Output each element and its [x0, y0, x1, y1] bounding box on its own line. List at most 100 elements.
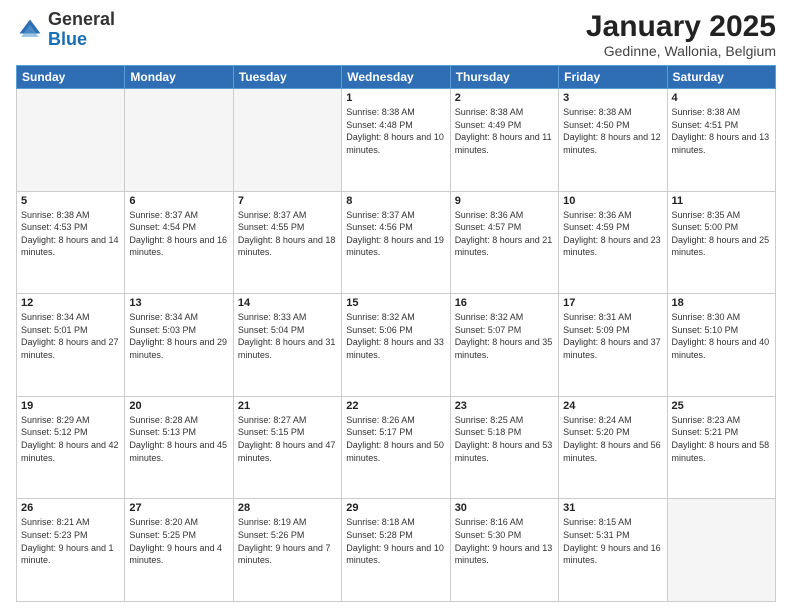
- day-cell: 31 Sunrise: 8:15 AMSunset: 5:31 PMDayligh…: [559, 499, 667, 602]
- day-number: 16: [455, 297, 554, 309]
- day-info: Sunrise: 8:34 AMSunset: 5:01 PMDaylight:…: [21, 311, 120, 361]
- weekday-header-wednesday: Wednesday: [342, 66, 450, 89]
- week-row-1: 1Sunrise: 8:38 AMSunset: 4:48 PMDaylight…: [17, 89, 776, 192]
- day-number: 13: [129, 297, 228, 309]
- day-info: Sunrise: 8:37 AMSunset: 4:54 PMDaylight:…: [129, 209, 228, 259]
- weekday-header-tuesday: Tuesday: [233, 66, 341, 89]
- logo-icon: [16, 16, 44, 44]
- day-number: 15: [346, 297, 445, 309]
- day-info: Sunrise: 8:37 AMSunset: 4:55 PMDaylight:…: [238, 209, 337, 259]
- day-info: Sunrise: 8:21 AMSunset: 5:23 PMDaylight:…: [21, 516, 120, 566]
- day-info: Sunrise: 8:28 AMSunset: 5:13 PMDaylight:…: [129, 414, 228, 464]
- day-number: 27: [129, 502, 228, 514]
- day-number: 5: [21, 195, 120, 207]
- logo-general: General: [48, 9, 115, 29]
- day-cell: 30 Sunrise: 8:16 AMSunset: 5:30 PMDayligh…: [450, 499, 558, 602]
- logo-blue: Blue: [48, 29, 87, 49]
- day-info: Sunrise: 8:27 AMSunset: 5:15 PMDaylight:…: [238, 414, 337, 464]
- day-cell: 2 Sunrise: 8:38 AMSunset: 4:49 PMDaylight…: [450, 89, 558, 192]
- calendar-title: January 2025: [586, 10, 776, 43]
- day-info: Sunrise: 8:19 AMSunset: 5:26 PMDaylight:…: [238, 516, 337, 566]
- day-cell: 13 Sunrise: 8:34 AMSunset: 5:03 PMDayligh…: [125, 294, 233, 397]
- day-cell: 4 Sunrise: 8:38 AMSunset: 4:51 PMDaylight…: [667, 89, 775, 192]
- day-cell: 19Sunrise: 8:29 AMSunset: 5:12 PMDayligh…: [17, 396, 125, 499]
- day-number: 18: [672, 297, 771, 309]
- day-info: Sunrise: 8:30 AMSunset: 5:10 PMDaylight:…: [672, 311, 771, 361]
- day-number: 24: [563, 400, 662, 412]
- week-row-3: 12Sunrise: 8:34 AMSunset: 5:01 PMDayligh…: [17, 294, 776, 397]
- day-number: 28: [238, 502, 337, 514]
- day-info: Sunrise: 8:15 AMSunset: 5:31 PMDaylight:…: [563, 516, 662, 566]
- week-row-5: 26 Sunrise: 8:21 AMSunset: 5:23 PMDayligh…: [17, 499, 776, 602]
- day-number: 29: [346, 502, 445, 514]
- day-cell: 17 Sunrise: 8:31 AMSunset: 5:09 PMDayligh…: [559, 294, 667, 397]
- day-cell: [125, 89, 233, 192]
- day-number: 10: [563, 195, 662, 207]
- day-number: 17: [563, 297, 662, 309]
- day-number: 8: [346, 195, 445, 207]
- day-info: Sunrise: 8:25 AMSunset: 5:18 PMDaylight:…: [455, 414, 554, 464]
- day-info: Sunrise: 8:26 AMSunset: 5:17 PMDaylight:…: [346, 414, 445, 464]
- day-cell: 5Sunrise: 8:38 AMSunset: 4:53 PMDaylight…: [17, 191, 125, 294]
- day-info: Sunrise: 8:34 AMSunset: 5:03 PMDaylight:…: [129, 311, 228, 361]
- weekday-header-thursday: Thursday: [450, 66, 558, 89]
- day-number: 31: [563, 502, 662, 514]
- day-info: Sunrise: 8:36 AMSunset: 4:59 PMDaylight:…: [563, 209, 662, 259]
- weekday-header-monday: Monday: [125, 66, 233, 89]
- day-number: 4: [672, 92, 771, 104]
- day-cell: 8 Sunrise: 8:37 AMSunset: 4:56 PMDaylight…: [342, 191, 450, 294]
- day-info: Sunrise: 8:18 AMSunset: 5:28 PMDaylight:…: [346, 516, 445, 566]
- day-cell: 9 Sunrise: 8:36 AMSunset: 4:57 PMDaylight…: [450, 191, 558, 294]
- day-number: 7: [238, 195, 337, 207]
- day-info: Sunrise: 8:29 AMSunset: 5:12 PMDaylight:…: [21, 414, 120, 464]
- day-info: Sunrise: 8:33 AMSunset: 5:04 PMDaylight:…: [238, 311, 337, 361]
- day-cell: 18 Sunrise: 8:30 AMSunset: 5:10 PMDayligh…: [667, 294, 775, 397]
- day-info: Sunrise: 8:35 AMSunset: 5:00 PMDaylight:…: [672, 209, 771, 259]
- day-cell: 11 Sunrise: 8:35 AMSunset: 5:00 PMDayligh…: [667, 191, 775, 294]
- day-number: 14: [238, 297, 337, 309]
- day-cell: 6Sunrise: 8:37 AMSunset: 4:54 PMDaylight…: [125, 191, 233, 294]
- page: General Blue January 2025 Gedinne, Wallo…: [0, 0, 792, 612]
- day-number: 11: [672, 195, 771, 207]
- day-info: Sunrise: 8:37 AMSunset: 4:56 PMDaylight:…: [346, 209, 445, 259]
- day-cell: 26 Sunrise: 8:21 AMSunset: 5:23 PMDayligh…: [17, 499, 125, 602]
- day-cell: 14 Sunrise: 8:33 AMSunset: 5:04 PMDayligh…: [233, 294, 341, 397]
- day-cell: 15 Sunrise: 8:32 AMSunset: 5:06 PMDayligh…: [342, 294, 450, 397]
- day-info: Sunrise: 8:16 AMSunset: 5:30 PMDaylight:…: [455, 516, 554, 566]
- header: General Blue January 2025 Gedinne, Wallo…: [16, 10, 776, 59]
- calendar-subtitle: Gedinne, Wallonia, Belgium: [586, 43, 776, 59]
- day-info: Sunrise: 8:38 AMSunset: 4:51 PMDaylight:…: [672, 106, 771, 156]
- day-number: 3: [563, 92, 662, 104]
- day-info: Sunrise: 8:36 AMSunset: 4:57 PMDaylight:…: [455, 209, 554, 259]
- day-cell: 3Sunrise: 8:38 AMSunset: 4:50 PMDaylight…: [559, 89, 667, 192]
- day-info: Sunrise: 8:38 AMSunset: 4:49 PMDaylight:…: [455, 106, 554, 156]
- day-info: Sunrise: 8:20 AMSunset: 5:25 PMDaylight:…: [129, 516, 228, 566]
- day-number: 9: [455, 195, 554, 207]
- day-number: 2: [455, 92, 554, 104]
- calendar-table: SundayMondayTuesdayWednesdayThursdayFrid…: [16, 65, 776, 602]
- day-number: 23: [455, 400, 554, 412]
- week-row-4: 19Sunrise: 8:29 AMSunset: 5:12 PMDayligh…: [17, 396, 776, 499]
- day-number: 26: [21, 502, 120, 514]
- day-cell: 27 Sunrise: 8:20 AMSunset: 5:25 PMDayligh…: [125, 499, 233, 602]
- weekday-header-friday: Friday: [559, 66, 667, 89]
- day-info: Sunrise: 8:23 AMSunset: 5:21 PMDaylight:…: [672, 414, 771, 464]
- week-row-2: 5Sunrise: 8:38 AMSunset: 4:53 PMDaylight…: [17, 191, 776, 294]
- day-cell: 22Sunrise: 8:26 AMSunset: 5:17 PMDayligh…: [342, 396, 450, 499]
- day-cell: 24 Sunrise: 8:24 AMSunset: 5:20 PMDayligh…: [559, 396, 667, 499]
- day-number: 25: [672, 400, 771, 412]
- day-cell: [233, 89, 341, 192]
- day-cell: 7 Sunrise: 8:37 AMSunset: 4:55 PMDaylight…: [233, 191, 341, 294]
- day-info: Sunrise: 8:32 AMSunset: 5:06 PMDaylight:…: [346, 311, 445, 361]
- weekday-header-sunday: Sunday: [17, 66, 125, 89]
- day-number: 30: [455, 502, 554, 514]
- logo: General Blue: [16, 10, 115, 50]
- day-cell: 1Sunrise: 8:38 AMSunset: 4:48 PMDaylight…: [342, 89, 450, 192]
- day-info: Sunrise: 8:31 AMSunset: 5:09 PMDaylight:…: [563, 311, 662, 361]
- day-cell: 21 Sunrise: 8:27 AMSunset: 5:15 PMDayligh…: [233, 396, 341, 499]
- day-number: 21: [238, 400, 337, 412]
- weekday-header-saturday: Saturday: [667, 66, 775, 89]
- day-info: Sunrise: 8:24 AMSunset: 5:20 PMDaylight:…: [563, 414, 662, 464]
- day-number: 1: [346, 92, 445, 104]
- title-block: January 2025 Gedinne, Wallonia, Belgium: [586, 10, 776, 59]
